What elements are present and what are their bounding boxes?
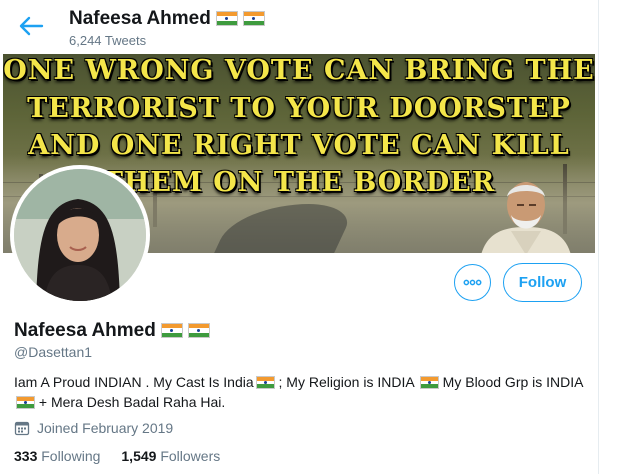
bio-text: My Blood Grp is INDIA — [438, 374, 583, 390]
arrow-left-icon[interactable] — [18, 15, 44, 37]
india-flag-icon — [242, 11, 265, 26]
follow-stats: 333 Following 1,549 Followers — [14, 448, 241, 464]
column-divider — [598, 0, 599, 474]
following-count: 333 — [14, 448, 38, 464]
joined-text: Joined February 2019 — [37, 420, 174, 436]
more-options-button[interactable] — [454, 264, 491, 301]
banner-text-line-1: One wrong vote can bring the — [3, 55, 595, 86]
india-flag-icon — [160, 323, 183, 338]
followers-label: Followers — [160, 448, 221, 464]
joined-date: Joined February 2019 — [14, 420, 173, 436]
profile-handle: @Dasettan1 — [14, 344, 93, 360]
india-flag-icon — [255, 376, 275, 389]
profile-bio: Iam A Proud INDIAN . My Cast Is India ; … — [14, 372, 589, 412]
followers-count: 1,549 — [121, 448, 157, 464]
header-title: Nafeesa Ahmed — [69, 8, 265, 30]
header-name: Nafeesa Ahmed — [69, 8, 211, 29]
india-flag-icon — [187, 323, 210, 338]
profile-page: Nafeesa Ahmed 6,244 Tweets One wrong vot… — [0, 0, 598, 474]
followers-link[interactable]: 1,549 Followers — [121, 448, 220, 464]
banner-text-line-2: terrorist to your doorstep — [27, 93, 571, 124]
bio-text: ; My Religion is INDIA — [274, 374, 418, 390]
politician-photo — [481, 182, 571, 253]
bio-text: Iam A Proud INDIAN . My Cast Is India — [14, 374, 254, 390]
avatar-photo — [14, 169, 146, 301]
profile-avatar[interactable] — [10, 165, 150, 305]
india-flag-icon — [16, 396, 35, 409]
india-flag-icon — [419, 376, 439, 389]
more-horizontal-icon — [463, 279, 482, 286]
india-flag-icon — [215, 11, 238, 26]
following-label: Following — [41, 448, 101, 464]
banner-text-line-3: and one right vote can kill — [28, 130, 570, 161]
follow-button[interactable]: Follow — [503, 263, 582, 302]
profile-header-bar: Nafeesa Ahmed 6,244 Tweets — [0, 0, 598, 54]
tweets-count: 6,244 Tweets — [69, 33, 147, 48]
calendar-icon — [14, 421, 30, 436]
following-link[interactable]: 333 Following — [14, 448, 100, 464]
bio-text: + Mera Desh Badal Raha Hai. — [35, 394, 226, 410]
profile-name-row: Nafeesa Ahmed — [14, 320, 210, 342]
profile-name: Nafeesa Ahmed — [14, 320, 156, 341]
